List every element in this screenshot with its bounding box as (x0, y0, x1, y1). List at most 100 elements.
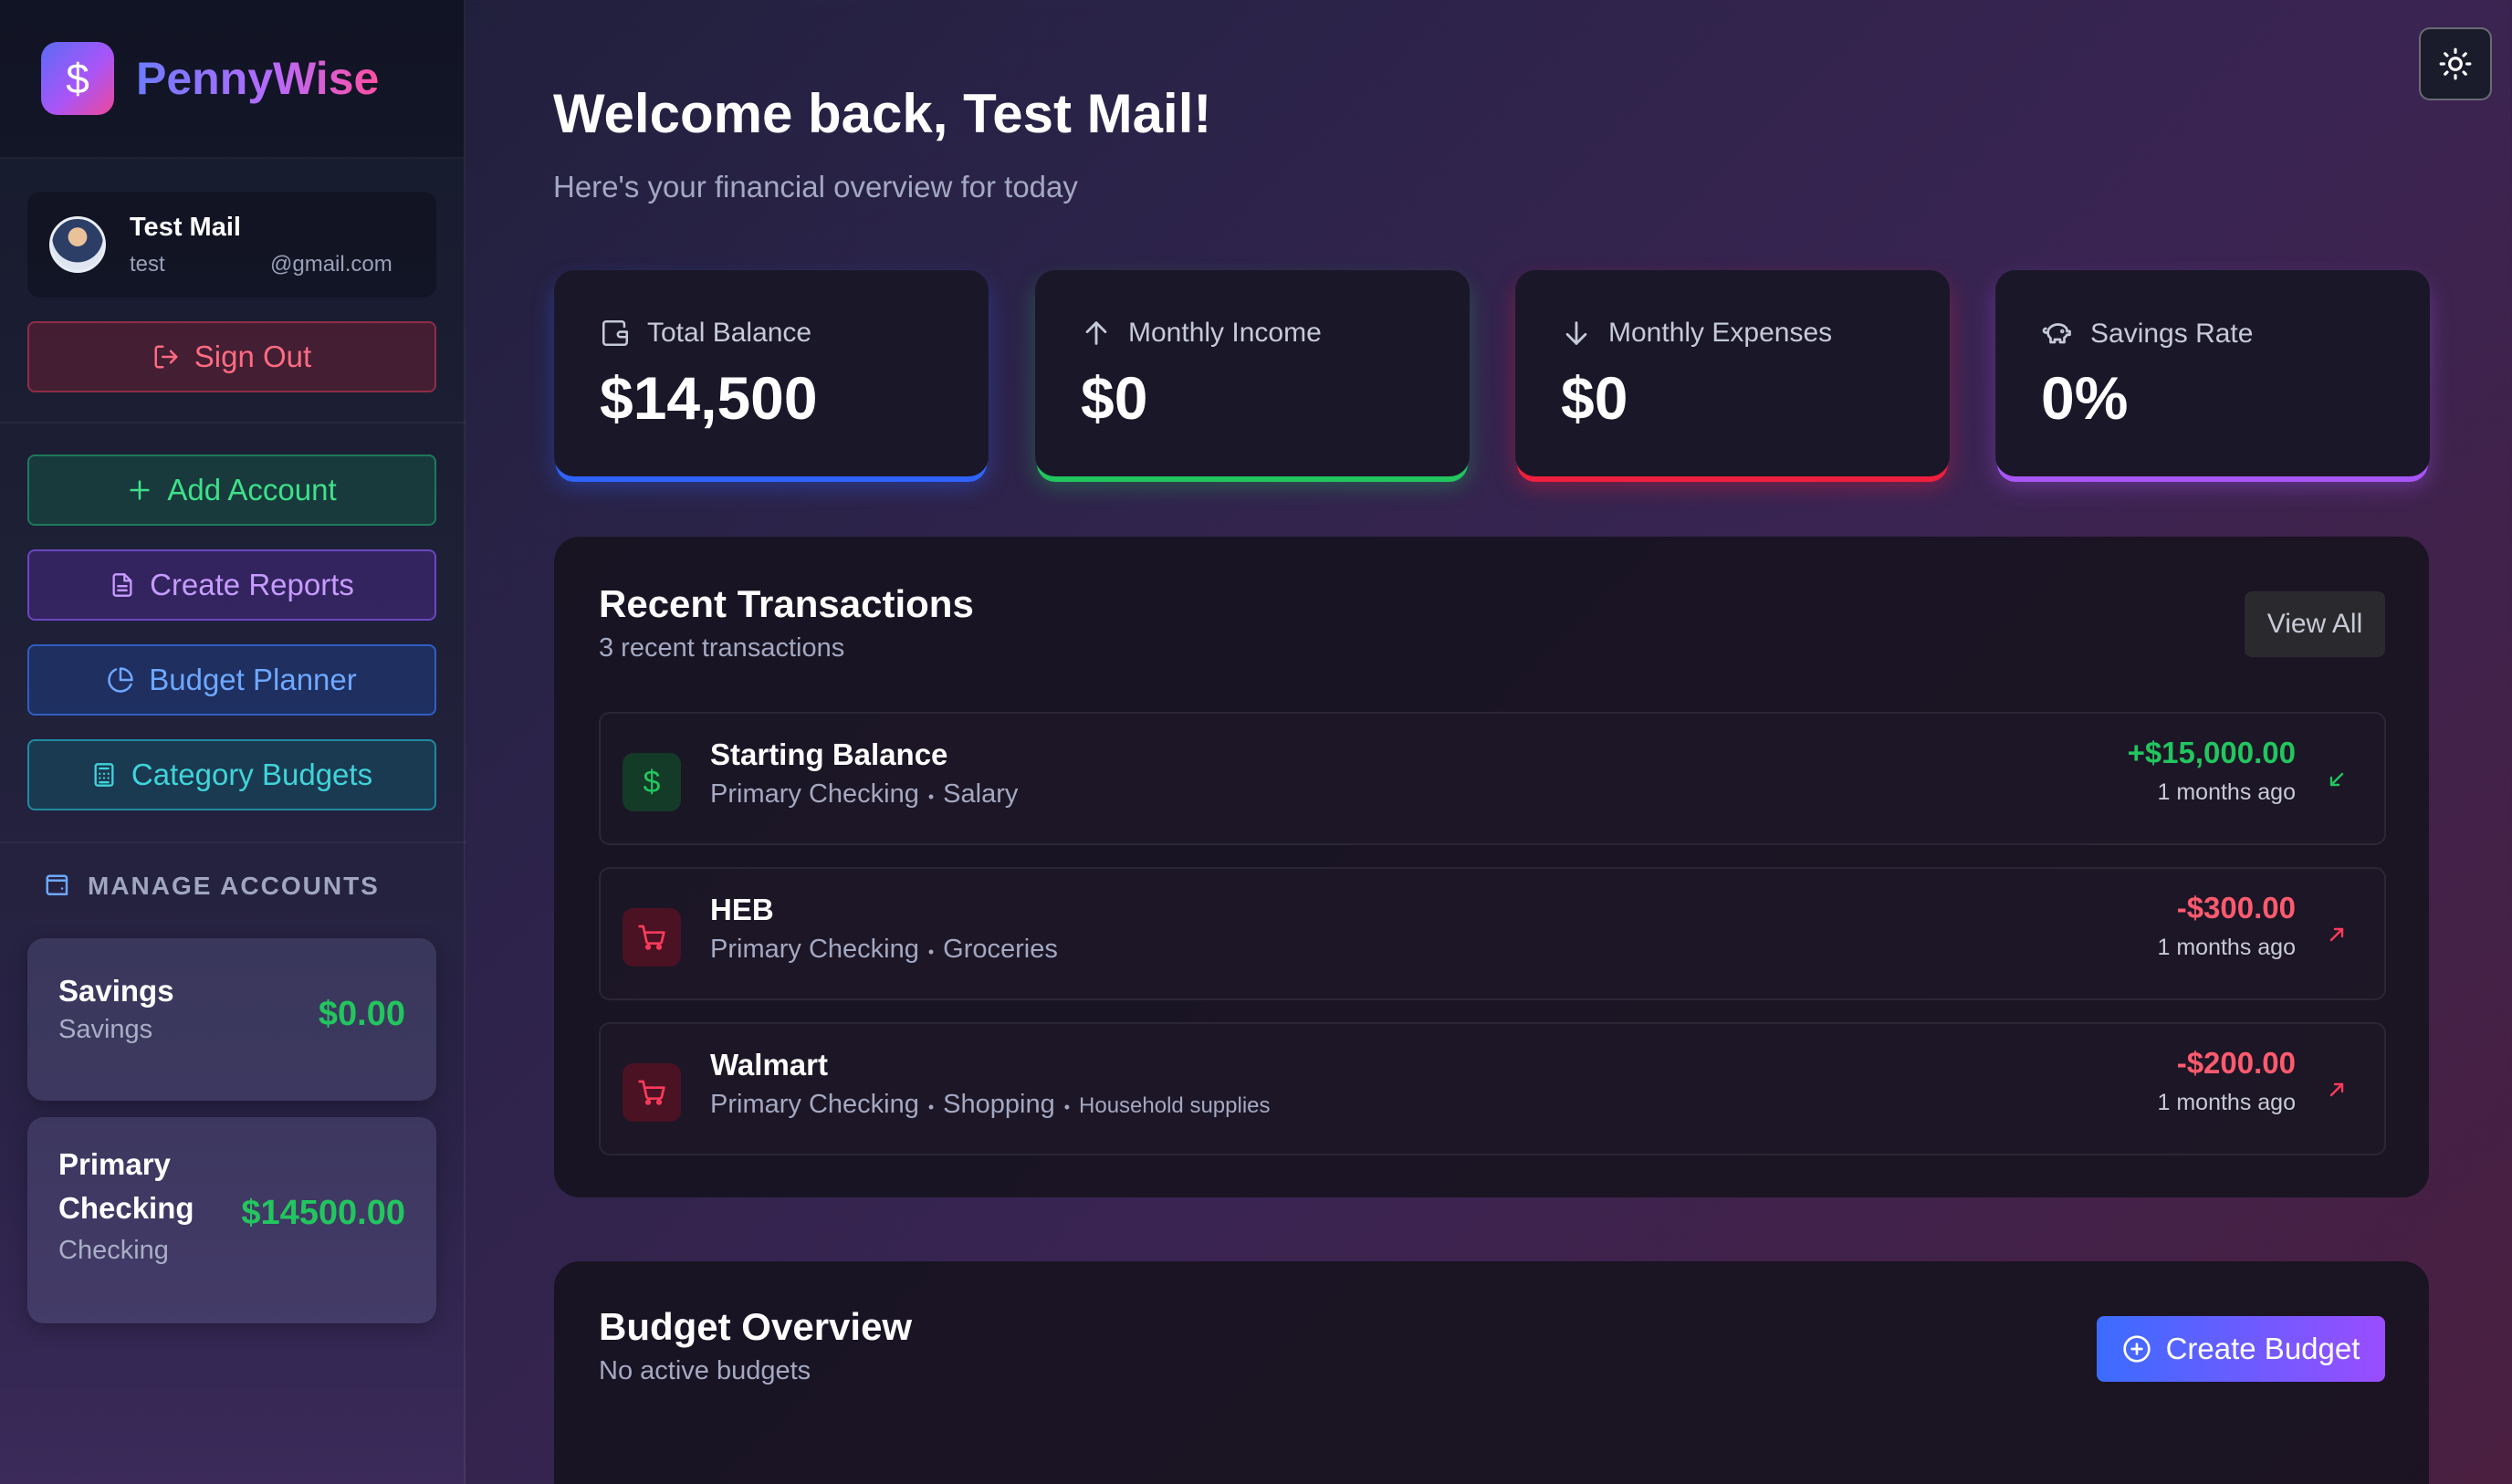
page-title: Welcome back, Test Mail! (553, 83, 1212, 144)
stat-label-text: Savings Rate (2090, 319, 2254, 349)
separator-dot: • (1063, 1098, 1071, 1116)
stat-label: Savings Rate (2041, 318, 2253, 350)
panel-subtitle: 3 recent transactions (599, 633, 845, 663)
account-name-line2: Checking (58, 1191, 194, 1225)
transaction-amount: -$300.00 (2176, 891, 2296, 925)
sign-out-icon (154, 345, 178, 369)
add-account-button[interactable]: Add Account (27, 455, 436, 526)
separator-dot: • (927, 943, 935, 961)
brand-name: PennyWise (136, 53, 380, 104)
transaction-account: Primary Checking (710, 935, 919, 964)
shopping-cart-icon (623, 1063, 681, 1122)
stat-label-text: Total Balance (647, 318, 812, 348)
transaction-category: Shopping (943, 1090, 1055, 1119)
transaction-account: Primary Checking (710, 779, 919, 809)
add-account-label: Add Account (167, 473, 337, 507)
transaction-meta: Primary Checking • Shopping • Household … (710, 1090, 1271, 1120)
calculator-icon (94, 763, 114, 787)
transaction-name: Starting Balance (710, 737, 948, 771)
transaction-amount: -$200.00 (2176, 1046, 2296, 1080)
transaction-meta: Primary Checking • Salary (710, 779, 1018, 810)
panel-subtitle: No active budgets (599, 1356, 811, 1385)
recent-transactions-panel: Recent Transactions 3 recent transaction… (554, 537, 2429, 1197)
stat-label-text: Monthly Expenses (1608, 318, 1833, 348)
transaction-row[interactable]: HEB Primary Checking • Groceries -$300.0… (599, 867, 2386, 1000)
stat-value: $0 (1081, 364, 1148, 432)
account-name: Primary Checking (58, 1143, 194, 1230)
sign-out-button[interactable]: Sign Out (27, 321, 436, 392)
stat-label: Total Balance (600, 318, 811, 349)
user-profile-card: Test Mail test @gmail.com (27, 192, 436, 298)
plus-icon (130, 480, 150, 500)
theme-toggle-button[interactable] (2419, 27, 2492, 100)
transaction-category: Salary (943, 779, 1019, 809)
account-balance: $14500.00 (241, 1194, 405, 1232)
user-name: Test Mail (130, 212, 241, 242)
arrow-up-right-icon (2329, 927, 2344, 942)
transaction-account: Primary Checking (710, 1090, 919, 1119)
arrow-up-right-icon (2329, 1082, 2344, 1097)
divider (0, 422, 466, 423)
stat-card-monthly-expenses: Monthly Expenses $0 (1515, 270, 1950, 476)
create-reports-label: Create Reports (150, 568, 354, 601)
avatar (49, 216, 106, 273)
wallet-icon (46, 874, 68, 895)
budget-planner-button[interactable]: Budget Planner (27, 644, 436, 716)
manage-accounts-label: MANAGE ACCOUNTS (88, 872, 380, 900)
view-all-button[interactable]: View All (2245, 591, 2385, 657)
transaction-category: Groceries (943, 935, 1058, 964)
user-email: test @gmail.com (130, 252, 392, 277)
stat-label: Monthly Expenses (1561, 318, 1832, 349)
stat-label: Monthly Income (1081, 318, 1322, 349)
transaction-time: 1 months ago (2157, 935, 2297, 960)
document-icon (112, 573, 132, 597)
account-balance: $0.00 (318, 995, 405, 1033)
transaction-time: 1 months ago (2157, 779, 2297, 805)
transaction-amount: +$15,000.00 (2127, 736, 2296, 769)
user-info: Test Mail test @gmail.com (130, 213, 392, 277)
plus-circle-icon (2122, 1335, 2151, 1363)
wallet-icon (602, 319, 629, 347)
account-name: Savings (58, 974, 174, 1008)
sidebar: $ PennyWise Test Mail test @gmail.com Si… (0, 0, 466, 1484)
piggy-bank-icon (2042, 323, 2071, 344)
stat-value: $14,500 (600, 364, 818, 432)
page-subtitle: Here's your financial overview for today (553, 170, 1078, 204)
create-budget-button[interactable]: Create Budget (2097, 1316, 2385, 1382)
panel-title: Budget Overview (599, 1305, 913, 1348)
arrow-up-icon (1085, 321, 1107, 345)
transaction-name: HEB (710, 893, 774, 926)
divider (0, 841, 466, 843)
stat-value: $0 (1561, 364, 1628, 432)
category-budgets-button[interactable]: Category Budgets (27, 739, 436, 810)
transaction-row[interactable]: Walmart Primary Checking • Shopping • Ho… (599, 1022, 2386, 1155)
shopping-cart-icon (623, 908, 681, 967)
manage-accounts-heading: MANAGE ACCOUNTS (44, 872, 380, 901)
dollar-icon: $ (623, 753, 681, 811)
transaction-row[interactable]: $ Starting Balance Primary Checking • Sa… (599, 712, 2386, 845)
account-card-savings[interactable]: Savings Savings $0.00 (27, 938, 436, 1101)
stat-card-savings-rate: Savings Rate 0% (1995, 270, 2430, 476)
separator-dot: • (927, 788, 935, 806)
transaction-note: Household supplies (1079, 1093, 1271, 1118)
arrow-down-left-icon (2329, 772, 2344, 787)
panel-title: Recent Transactions (599, 582, 974, 625)
stat-label-text: Monthly Income (1128, 318, 1322, 348)
sign-out-label: Sign Out (194, 340, 312, 373)
dollar-logo-icon: $ (41, 42, 114, 115)
create-reports-button[interactable]: Create Reports (27, 549, 436, 621)
stat-value: 0% (2041, 364, 2129, 432)
transaction-time: 1 months ago (2157, 1090, 2297, 1115)
brand-header: $ PennyWise (0, 0, 464, 159)
budget-overview-panel: Budget Overview No active budgets Create… (554, 1261, 2429, 1484)
user-email-domain: @gmail.com (270, 251, 392, 277)
sun-icon (2439, 47, 2472, 80)
transaction-meta: Primary Checking • Groceries (710, 935, 1058, 965)
account-card-primary-checking[interactable]: Primary Checking Checking $14500.00 (27, 1117, 436, 1323)
account-type: Savings (58, 1015, 153, 1044)
separator-dot: • (927, 1098, 935, 1116)
pie-chart-icon (108, 667, 133, 693)
stat-card-monthly-income: Monthly Income $0 (1035, 270, 1470, 476)
stat-card-total-balance: Total Balance $14,500 (554, 270, 989, 476)
account-name-line1: Primary (58, 1147, 171, 1181)
